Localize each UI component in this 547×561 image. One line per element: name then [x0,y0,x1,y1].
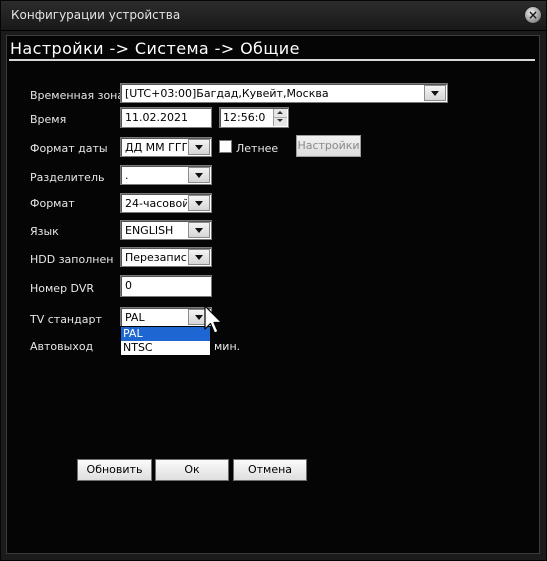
time-format-label: Формат [30,197,75,210]
dvr-number-input[interactable]: 0 [120,275,212,297]
language-value: ENGLISH [125,224,174,237]
date-value: 11.02.2021 [125,111,188,124]
hdd-full-value: Перезапись [125,251,187,264]
time-spinner[interactable] [273,109,287,126]
time-format-value: 24-часовой [125,197,187,210]
tv-standard-value: PAL [125,311,145,324]
date-format-value: ДД ММ ГГГГ [125,141,187,154]
window-title: Конфигурации устройства [11,8,181,22]
dst-checkbox[interactable] [219,140,232,153]
refresh-button[interactable]: Обновить [77,459,152,481]
chevron-down-icon[interactable] [188,249,210,265]
chevron-down-icon[interactable] [188,195,210,211]
separator-select[interactable]: . [120,165,212,185]
breadcrumb: Настройки -> Система -> Общие [10,39,300,58]
date-format-select[interactable]: ДД ММ ГГГГ [120,137,212,157]
cancel-button[interactable]: Отмена [233,459,307,481]
timezone-select[interactable]: [UTC+03:00]Багдад,Кувейт,Москва [120,83,448,103]
spin-down-icon[interactable] [274,117,287,125]
timezone-value: [UTC+03:00]Багдад,Кувейт,Москва [125,87,329,100]
language-select[interactable]: ENGLISH [120,220,212,240]
title-bar[interactable]: Конфигурации устройства × [1,1,546,31]
timezone-label: Временная зона [30,89,125,102]
close-icon[interactable]: × [525,7,541,23]
time-field[interactable]: 12:56:0 [219,107,289,128]
dropdown-option-pal[interactable]: PAL [121,327,210,341]
chevron-down-icon[interactable] [188,167,210,183]
date-format-label: Формат даты [30,142,108,155]
device-config-window: Конфигурации устройства × Настройки -> С… [0,0,547,561]
language-label: Язык [30,225,59,238]
mouse-cursor-icon [204,305,223,334]
chevron-down-icon[interactable] [188,222,210,238]
time-value: 12:56:0 [223,111,266,124]
chevron-down-icon[interactable] [188,139,210,155]
tv-standard-label: TV стандарт [30,313,102,326]
separator-label: Разделитель [30,171,105,184]
separator-value: . [125,169,129,182]
dvr-number-value: 0 [125,279,132,292]
dst-settings-button[interactable]: Настройки [296,135,361,157]
chevron-down-icon[interactable] [424,85,446,101]
time-format-select[interactable]: 24-часовой [120,193,212,213]
hdd-full-select[interactable]: Перезапись [120,247,212,267]
dropdown-option-ntsc[interactable]: NTSC [121,341,210,355]
title-divider [9,59,535,61]
dvr-number-label: Номер DVR [30,282,94,295]
auto-logout-label: Автовыход [30,340,94,353]
dst-label: Летнее [236,142,279,155]
hdd-full-label: HDD заполнен [30,253,114,266]
date-field[interactable]: 11.02.2021 [120,107,212,128]
time-label: Время [30,113,67,126]
auto-logout-unit: мин. [214,340,241,353]
tv-standard-dropdown[interactable]: PAL NTSC [120,326,211,356]
tv-standard-select[interactable]: PAL [120,307,212,327]
ok-button[interactable]: Ок [155,459,229,481]
